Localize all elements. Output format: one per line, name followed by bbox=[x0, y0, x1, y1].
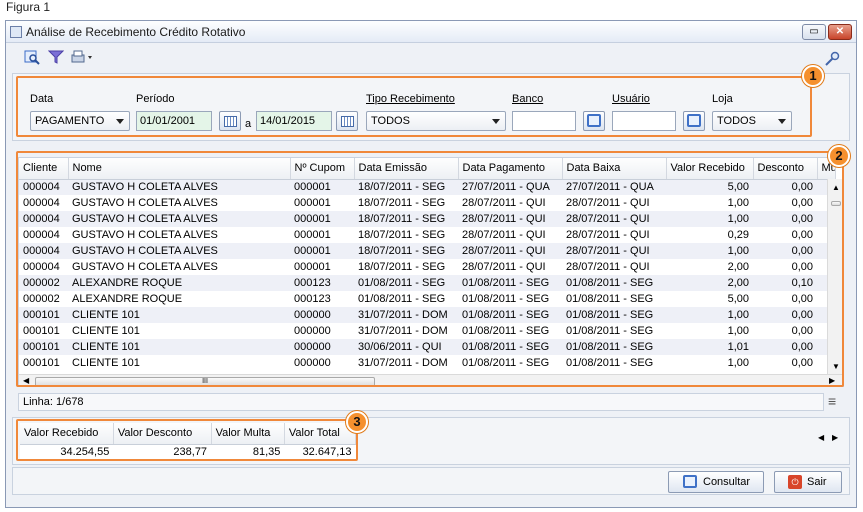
calendar-from-button[interactable] bbox=[219, 111, 241, 131]
loja-select[interactable]: TODOS bbox=[712, 111, 792, 131]
title-bar: Análise de Recebimento Crédito Rotativo … bbox=[6, 21, 856, 43]
loja-select-value: TODOS bbox=[717, 115, 756, 127]
report-search-icon[interactable] bbox=[24, 49, 40, 65]
banco-label[interactable]: Banco bbox=[512, 93, 543, 105]
row-counter: Linha: 1/678 bbox=[23, 396, 84, 408]
exit-icon: ⏻ bbox=[788, 475, 802, 489]
usuario-label[interactable]: Usuário bbox=[612, 93, 650, 105]
search-icon bbox=[683, 475, 697, 488]
status-bar: Linha: 1/678 bbox=[18, 393, 824, 411]
calendar-icon bbox=[224, 116, 237, 127]
calendar-icon bbox=[341, 116, 354, 127]
tipo-recebimento-select[interactable]: TODOS bbox=[366, 111, 506, 131]
search-icon bbox=[687, 114, 701, 127]
banco-search-button[interactable] bbox=[583, 111, 605, 131]
data-select[interactable]: PAGAMENTO bbox=[30, 111, 130, 131]
tipo-recebimento-label[interactable]: Tipo Recebimento bbox=[366, 93, 455, 105]
callout-badge-1: 1 bbox=[802, 65, 824, 87]
data-select-value: PAGAMENTO bbox=[35, 115, 105, 127]
search-icon bbox=[587, 114, 601, 127]
calendar-to-button[interactable] bbox=[336, 111, 358, 131]
usuario-search-button[interactable] bbox=[683, 111, 705, 131]
sair-button[interactable]: ⏻ Sair bbox=[774, 471, 842, 493]
figure-caption: Figura 1 bbox=[6, 0, 51, 14]
chevron-down-icon bbox=[116, 119, 124, 124]
close-button[interactable]: ✕ bbox=[828, 24, 852, 40]
totals-scroll-right-icon[interactable]: ▶ bbox=[832, 433, 838, 442]
totals-scroll-left-icon[interactable]: ◀ bbox=[818, 433, 824, 442]
chevron-down-icon bbox=[492, 119, 500, 124]
callout-badge-3: 3 bbox=[346, 411, 368, 433]
banco-input[interactable] bbox=[512, 111, 576, 131]
chevron-down-icon bbox=[778, 119, 786, 124]
periodo-label: Período bbox=[136, 93, 175, 105]
consultar-button[interactable]: Consultar bbox=[668, 471, 764, 493]
key-icon[interactable] bbox=[824, 51, 840, 67]
totals-highlight bbox=[16, 419, 358, 461]
grid-highlight bbox=[16, 151, 844, 387]
filter-icon[interactable] bbox=[47, 49, 65, 65]
periodo-to-input[interactable]: 14/01/2015 bbox=[256, 111, 332, 131]
periodo-separator: a bbox=[245, 118, 252, 130]
menu-icon[interactable]: ≡ bbox=[828, 393, 836, 409]
periodo-from-input[interactable]: 01/01/2001 bbox=[136, 111, 212, 131]
window-title: Análise de Recebimento Crédito Rotativo bbox=[26, 25, 246, 39]
minimize-button[interactable]: ▭ bbox=[802, 24, 826, 40]
callout-badge-2: 2 bbox=[828, 145, 850, 167]
loja-label: Loja bbox=[712, 93, 733, 105]
data-label: Data bbox=[30, 93, 54, 105]
consultar-label: Consultar bbox=[703, 476, 751, 488]
main-window: Análise de Recebimento Crédito Rotativo … bbox=[5, 20, 857, 508]
usuario-input[interactable] bbox=[612, 111, 676, 131]
tipo-recebimento-value: TODOS bbox=[371, 115, 410, 127]
app-icon bbox=[10, 26, 22, 38]
print-icon[interactable] bbox=[70, 49, 92, 65]
sair-label: Sair bbox=[807, 476, 827, 488]
